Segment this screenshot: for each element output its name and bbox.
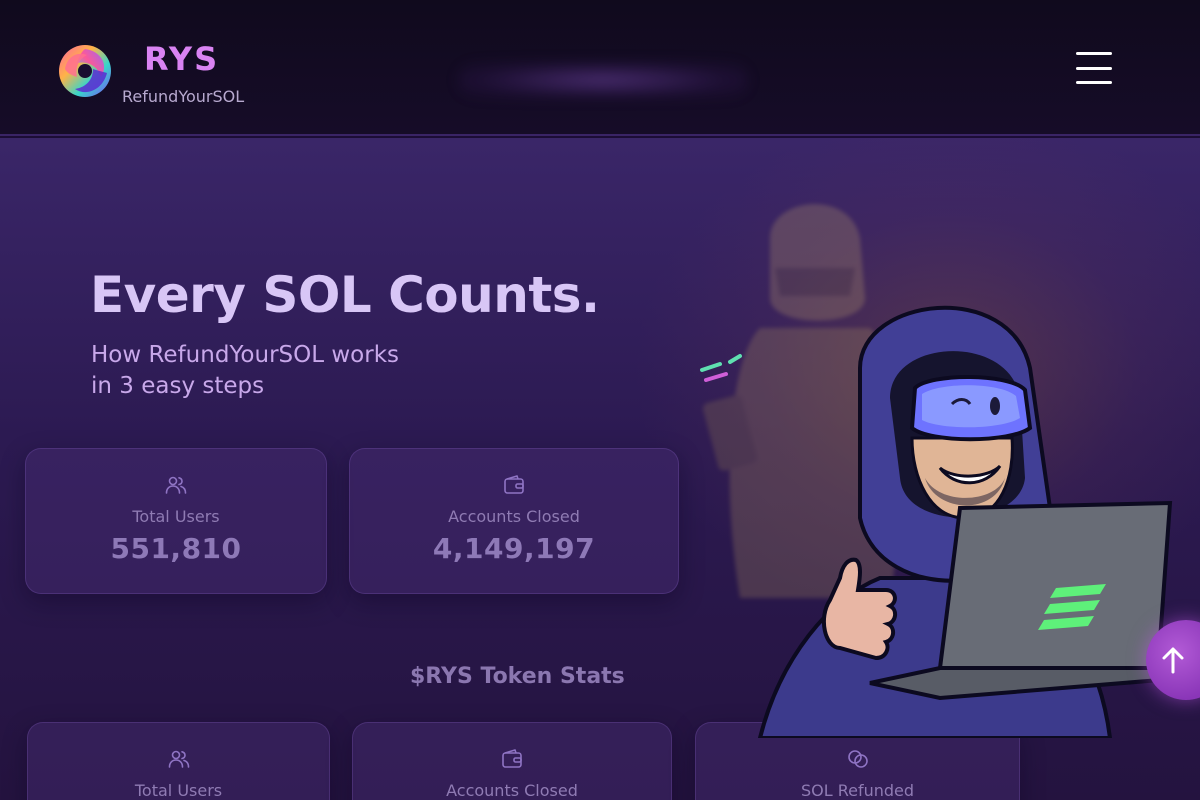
brand-name[interactable]: RYS xyxy=(144,40,219,78)
users-icon xyxy=(165,476,187,494)
hamburger-menu-icon xyxy=(1076,52,1112,55)
brand-tagline: RefundYourSOL xyxy=(122,87,245,106)
stat-value: 4,149,197 xyxy=(432,532,596,565)
menu-button[interactable] xyxy=(1072,50,1116,86)
stat-label: SOL Refunded xyxy=(800,781,915,800)
stat-label: Accounts Closed xyxy=(446,781,578,800)
wallet-icon xyxy=(504,475,524,494)
stat-label: Total Users xyxy=(132,507,220,526)
stat-label: Accounts Closed xyxy=(448,507,580,526)
site-header: RYS RefundYourSOL xyxy=(0,0,1200,136)
stat-card-accounts-closed: Accounts Closed 4,149,197 xyxy=(349,448,679,594)
wallet-icon xyxy=(502,749,522,768)
token-card-accounts-closed: Accounts Closed xyxy=(352,722,672,800)
logo-icon[interactable] xyxy=(57,43,113,99)
hero-subtitle-line1: How RefundYourSOL works xyxy=(91,342,400,368)
sparkle-icon xyxy=(700,354,742,382)
blurred-nav-area xyxy=(458,62,748,98)
hero-title: Every SOL Counts. xyxy=(90,266,600,324)
stat-label: Total Users xyxy=(134,781,223,800)
hero-section: Every SOL Counts. How RefundYourSOL work… xyxy=(0,138,1200,800)
coins-icon xyxy=(847,750,868,768)
token-stats-title: $RYS Token Stats xyxy=(410,664,625,689)
stat-value: 551,810 xyxy=(110,532,242,565)
hero-subtitle: How RefundYourSOL works in 3 easy steps xyxy=(91,340,399,402)
arrow-up-icon xyxy=(1162,647,1184,674)
stat-card-total-users: Total Users 551,810 xyxy=(25,448,327,594)
hacker-laptop-illustration xyxy=(700,305,1173,738)
hero-subtitle-line2: in 3 easy steps xyxy=(91,373,265,399)
users-icon xyxy=(168,750,189,768)
token-card-total-users: Total Users xyxy=(27,722,330,800)
